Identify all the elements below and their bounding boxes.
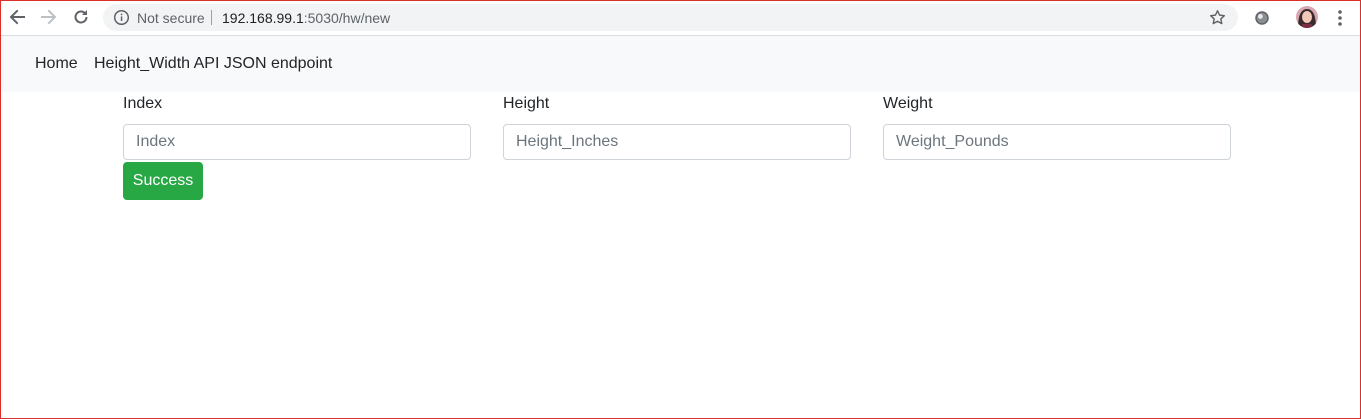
height-label: Height [503,95,550,112]
url-text[interactable]: 192.168.99.1:5030/hw/new [222,10,390,26]
kebab-menu-icon[interactable] [1331,8,1349,28]
nav-link-home[interactable]: Home [35,55,78,73]
nav-link-api-endpoint[interactable]: Height_Width API JSON endpoint [94,55,332,73]
back-arrow-icon [9,9,25,25]
star-icon[interactable] [1208,8,1227,27]
weight-label: Weight [883,95,933,112]
index-label: Index [123,95,163,112]
success-button[interactable]: Success [123,162,203,200]
avatar-image [1296,6,1318,28]
browser-toolbar: Not secure 192.168.99.1:5030/hw/new [0,0,1361,36]
address-bar[interactable]: Not secure 192.168.99.1:5030/hw/new [103,4,1238,31]
forward-button[interactable] [37,5,61,29]
omnibox-divider [211,10,212,25]
height-input[interactable] [503,124,851,160]
reload-button[interactable] [69,5,93,29]
info-icon[interactable] [113,9,130,26]
weight-input[interactable] [883,124,1231,160]
security-status[interactable]: Not secure [137,10,205,26]
forward-arrow-icon [41,9,57,25]
extension-icon[interactable] [1252,8,1272,28]
page-navbar: Home Height_Width API JSON endpoint [1,36,1360,92]
back-button[interactable] [5,5,29,29]
url-path: :5030/hw/new [303,10,391,26]
url-host: 192.168.99.1 [222,10,304,26]
index-input[interactable] [123,124,471,160]
avatar[interactable] [1296,6,1318,28]
reload-icon [74,10,88,24]
